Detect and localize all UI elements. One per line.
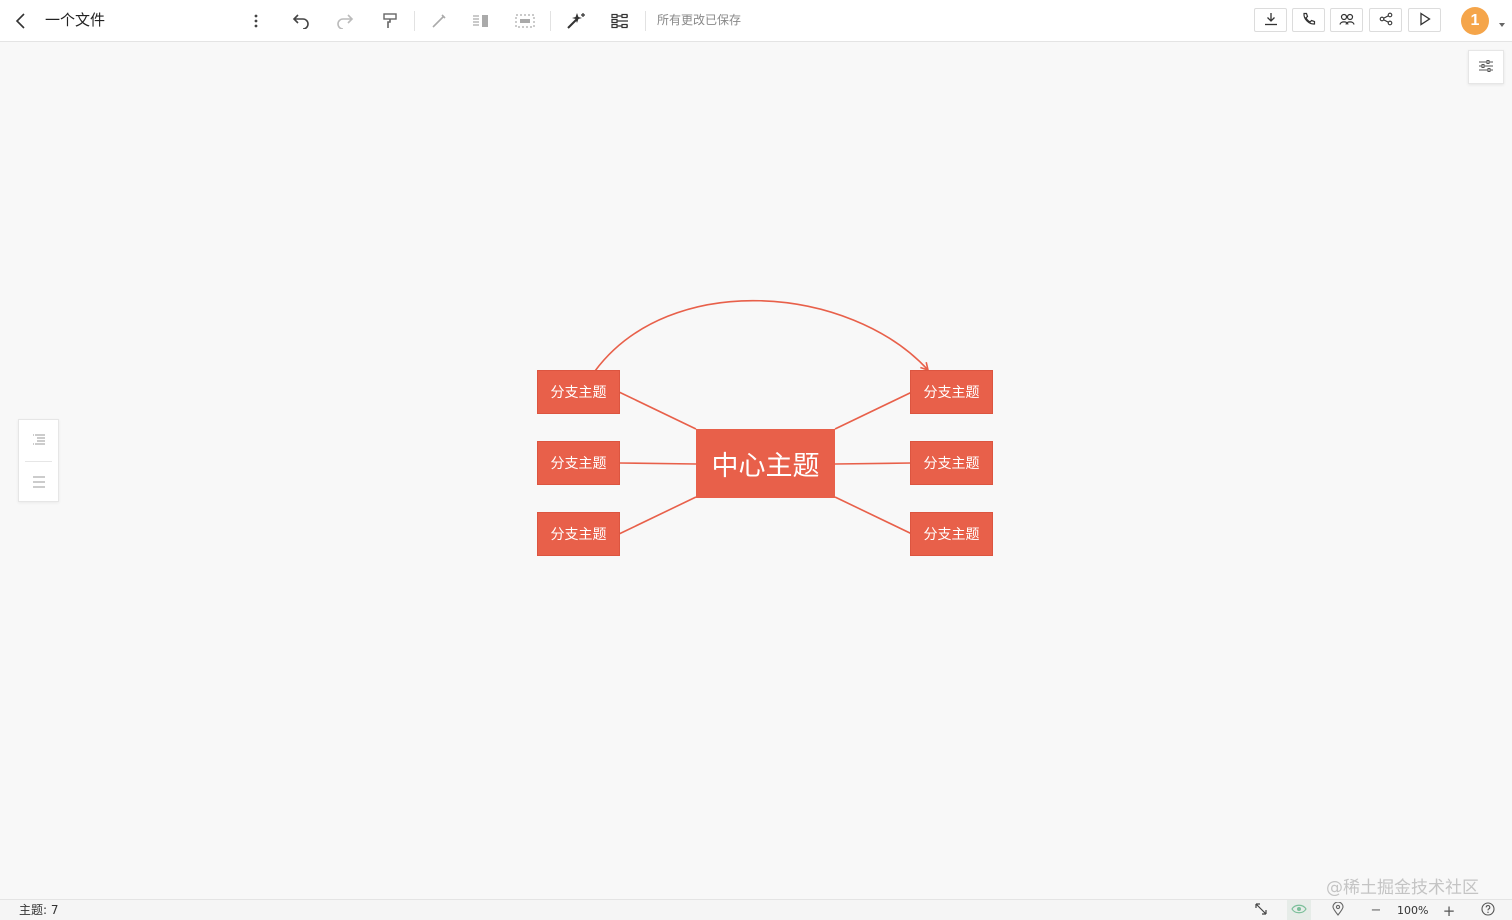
zoom-level: 100% (1397, 904, 1429, 917)
zoom-out-button[interactable]: − (1368, 900, 1384, 920)
expand-arrows-icon (1255, 903, 1267, 918)
zoom-in-button[interactable]: + (1440, 900, 1458, 920)
topic-count-label: 主题 (19, 903, 44, 917)
topic-count-separator: : (43, 903, 48, 917)
locate-button[interactable] (1328, 900, 1348, 920)
eye-icon (1291, 903, 1307, 918)
topic-count-value: 7 (50, 903, 59, 917)
branch-connector (618, 462, 697, 465)
watermark: @稀土掘金技术社区 (1326, 878, 1479, 898)
branch-connector (618, 496, 697, 535)
branch-topic-node[interactable]: 分支主题 (537, 512, 620, 556)
help-circle-icon (1481, 902, 1495, 919)
central-topic-node[interactable]: 中心主题 (696, 429, 835, 498)
branch-topic-node[interactable]: 分支主题 (537, 441, 620, 485)
eye-care-button[interactable] (1287, 900, 1311, 920)
fit-view-button[interactable] (1251, 900, 1271, 920)
branch-connector (834, 391, 913, 430)
branch-connector (834, 462, 913, 465)
branch-connector (834, 496, 913, 535)
location-pin-icon (1332, 901, 1344, 919)
branch-connector (618, 391, 697, 430)
relationship-arrow (594, 299, 930, 372)
topic-count: 主题: 7 (19, 900, 59, 920)
branch-topic-node[interactable]: 分支主题 (910, 441, 993, 485)
branch-topic-node[interactable]: 分支主题 (537, 370, 620, 414)
help-button[interactable] (1478, 900, 1498, 920)
branch-topic-node[interactable]: 分支主题 (910, 512, 993, 556)
branch-topic-node[interactable]: 分支主题 (910, 370, 993, 414)
status-bar: 主题: 7 − 100% + (0, 899, 1512, 920)
